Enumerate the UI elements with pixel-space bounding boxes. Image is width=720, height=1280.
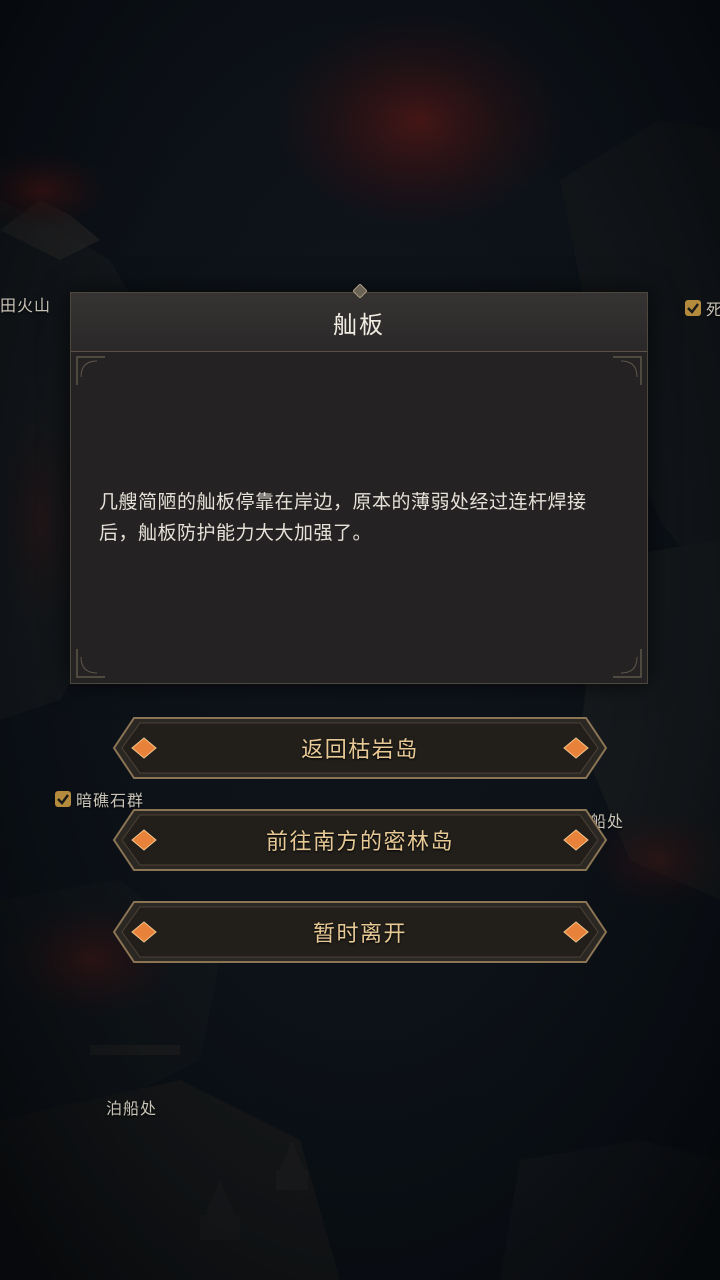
check-icon	[55, 791, 71, 807]
map-label-right-edge[interactable]: 死	[684, 296, 720, 320]
corner-ornament-icon	[76, 649, 105, 678]
diamond-ornament-icon	[353, 284, 367, 298]
map-label-dock-text: 泊船处	[106, 1099, 158, 1118]
corner-ornament-icon	[613, 356, 642, 385]
map-label-right-edge-text: 死	[706, 300, 720, 319]
dialog-header: 舢板	[71, 284, 647, 352]
corner-ornament-icon	[76, 356, 105, 385]
game-screen: 田火山 死 暗礁石群 船处 泊船处 舢板 几艘简陋的舢板停靠在岸边，原本的薄弱处…	[0, 0, 720, 1280]
choice-button-leave[interactable]: 暂时离开	[112, 900, 608, 964]
dialog-description: 几艘简陋的舢板停靠在岸边，原本的薄弱处经过连杆焊接后，舢板防护能力大大加强了。	[99, 491, 587, 544]
check-icon	[685, 300, 701, 316]
map-label-volcano-text: 田火山	[0, 296, 52, 315]
event-dialog: 舢板 几艘简陋的舢板停靠在岸边，原本的薄弱处经过连杆焊接后，舢板防护能力大大加强…	[70, 284, 648, 684]
choice-label: 前往南方的密林岛	[265, 830, 454, 855]
choice-label: 暂时离开	[312, 922, 407, 947]
map-label-volcano[interactable]: 田火山	[0, 292, 51, 316]
choice-button-return[interactable]: 返回枯岩岛	[112, 716, 608, 780]
corner-ornament-icon	[613, 649, 642, 678]
choice-button-south-jungle[interactable]: 前往南方的密林岛	[112, 808, 608, 872]
dialog-title: 舢板	[333, 310, 385, 339]
choice-label: 返回枯岩岛	[301, 738, 419, 763]
map-label-dock[interactable]: 泊船处	[106, 1095, 157, 1119]
